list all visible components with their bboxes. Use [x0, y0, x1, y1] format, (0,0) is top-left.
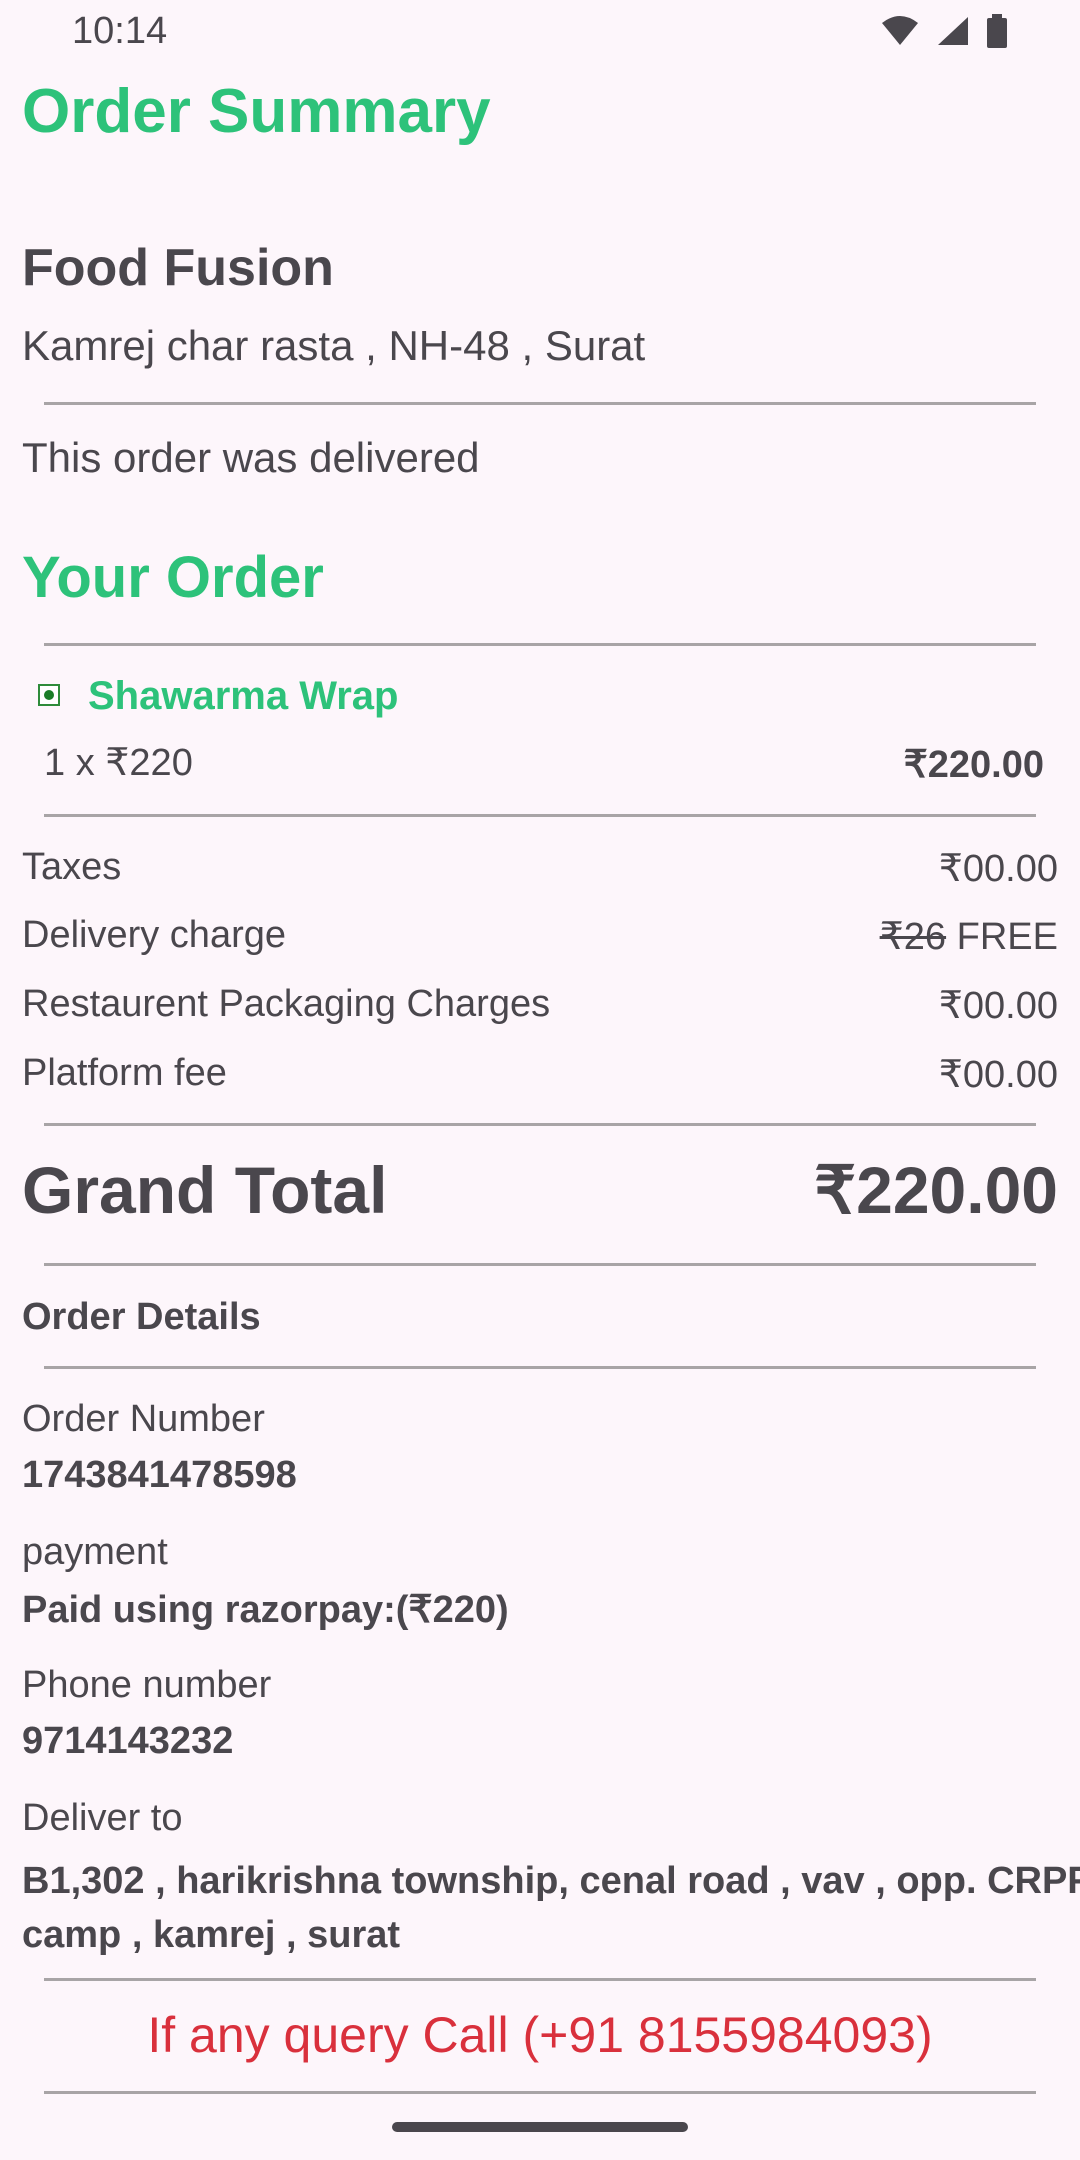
veg-indicator-icon: [38, 684, 60, 706]
packaging-label: Restaurent Packaging Charges: [22, 983, 551, 1025]
status-bar: 10:14: [0, 0, 1080, 64]
order-number-value: 1743841478598: [22, 1454, 297, 1496]
delivery-row: Delivery charge ₹26 FREE: [22, 914, 1058, 959]
delivery-label: Delivery charge: [22, 914, 286, 956]
restaurant-name: Food Fusion: [22, 239, 334, 297]
delivery-value-group: ₹26 FREE: [880, 914, 1058, 959]
item-quantity-price: 1 x ₹220: [44, 742, 193, 784]
divider: [44, 1978, 1036, 1981]
payment-value: Paid using razorpay:(₹220): [22, 1589, 509, 1631]
taxes-label: Taxes: [22, 846, 122, 888]
grand-total-label: Grand Total: [22, 1153, 388, 1227]
divider: [44, 1263, 1036, 1266]
divider: [44, 1123, 1036, 1126]
divider: [44, 643, 1036, 646]
status-time: 10:14: [72, 10, 168, 52]
battery-icon: [986, 14, 1008, 48]
grand-total-row: Grand Total ₹220.00: [22, 1152, 1058, 1229]
item-name: Shawarma Wrap: [88, 674, 399, 718]
support-call-link[interactable]: If any query Call (+91 8155984093): [0, 2006, 1080, 2064]
status-icons: [880, 14, 1008, 48]
order-number-label: Order Number: [22, 1398, 265, 1440]
taxes-value: ₹00.00: [938, 848, 1058, 890]
order-status: This order was delivered: [22, 434, 480, 481]
packaging-value: ₹00.00: [938, 985, 1058, 1027]
platform-fee-label: Platform fee: [22, 1052, 227, 1094]
page-title: Order Summary: [22, 77, 491, 146]
delivery-original-price: ₹26: [879, 916, 947, 958]
payment-label: payment: [22, 1531, 168, 1573]
your-order-title: Your Order: [22, 545, 324, 610]
divider: [44, 2091, 1036, 2094]
grand-total-value: ₹220.00: [814, 1153, 1058, 1227]
item-total: ₹220.00: [903, 744, 1044, 786]
deliver-to-label: Deliver to: [22, 1797, 183, 1839]
cellular-signal-icon: [936, 15, 970, 47]
platform-fee-value: ₹00.00: [938, 1054, 1058, 1096]
divider: [44, 814, 1036, 817]
order-details-title: Order Details: [22, 1296, 261, 1338]
deliver-to-value: B1,302 , harikrishna township, cenal roa…: [22, 1860, 1080, 1956]
packaging-row: Restaurent Packaging Charges ₹00.00: [22, 983, 1058, 1028]
phone-value: 9714143232: [22, 1720, 234, 1762]
divider: [44, 402, 1036, 405]
delivery-value: FREE: [956, 916, 1058, 958]
platform-fee-row: Platform fee ₹00.00: [22, 1052, 1058, 1097]
home-indicator[interactable]: [392, 2122, 688, 2132]
taxes-row: Taxes ₹00.00: [22, 846, 1058, 891]
divider: [44, 1366, 1036, 1369]
wifi-icon: [880, 15, 920, 47]
phone-label: Phone number: [22, 1664, 272, 1706]
restaurant-address: Kamrej char rasta , NH-48 , Surat: [22, 322, 646, 369]
